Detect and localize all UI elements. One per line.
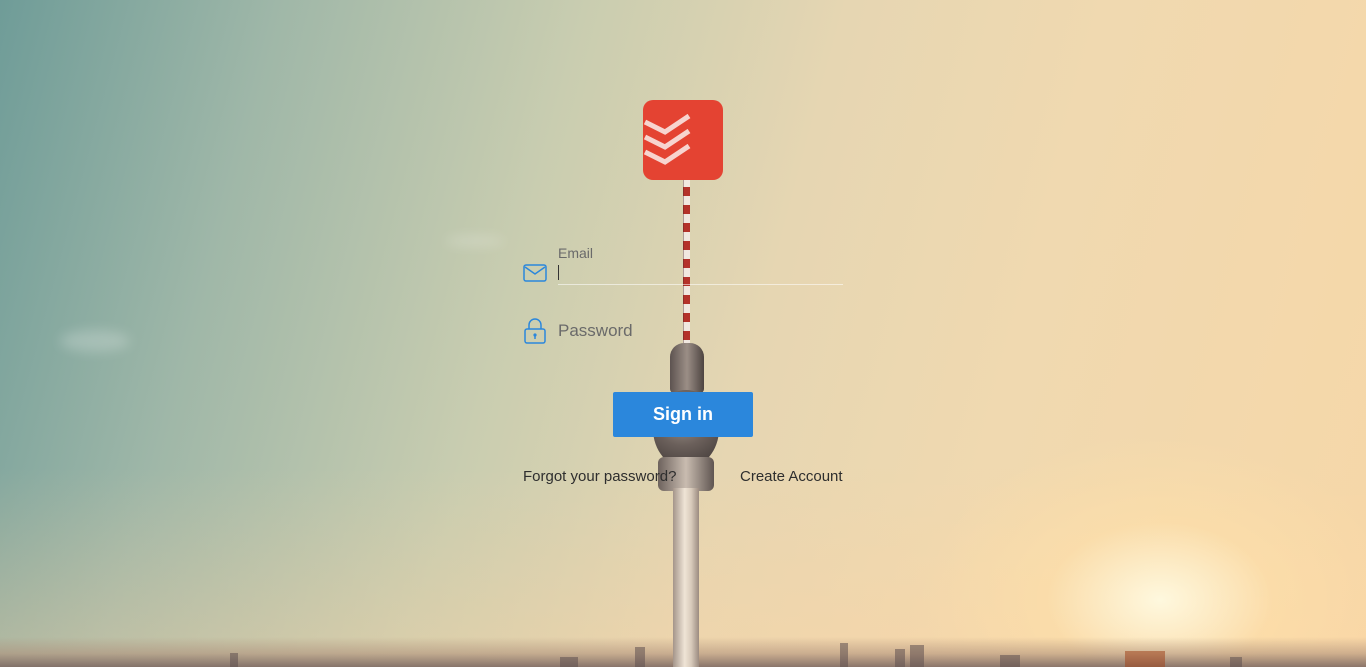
- forgot-password-link[interactable]: Forgot your password?: [523, 468, 676, 485]
- password-input[interactable]: [558, 320, 843, 340]
- sign-in-button[interactable]: Sign in: [613, 392, 753, 437]
- city-skyline: [0, 637, 1366, 667]
- create-account-link[interactable]: Create Account: [740, 468, 843, 485]
- cloud: [60, 330, 130, 352]
- email-field[interactable]: Email: [523, 244, 843, 288]
- cloud: [445, 236, 505, 246]
- email-input[interactable]: [558, 264, 843, 284]
- envelope-icon: [523, 263, 547, 288]
- password-field[interactable]: Password: [523, 316, 843, 346]
- email-underline: [558, 284, 843, 285]
- email-label: Email: [558, 245, 594, 261]
- todoist-logo-icon: [643, 100, 723, 180]
- lock-icon: [523, 317, 547, 350]
